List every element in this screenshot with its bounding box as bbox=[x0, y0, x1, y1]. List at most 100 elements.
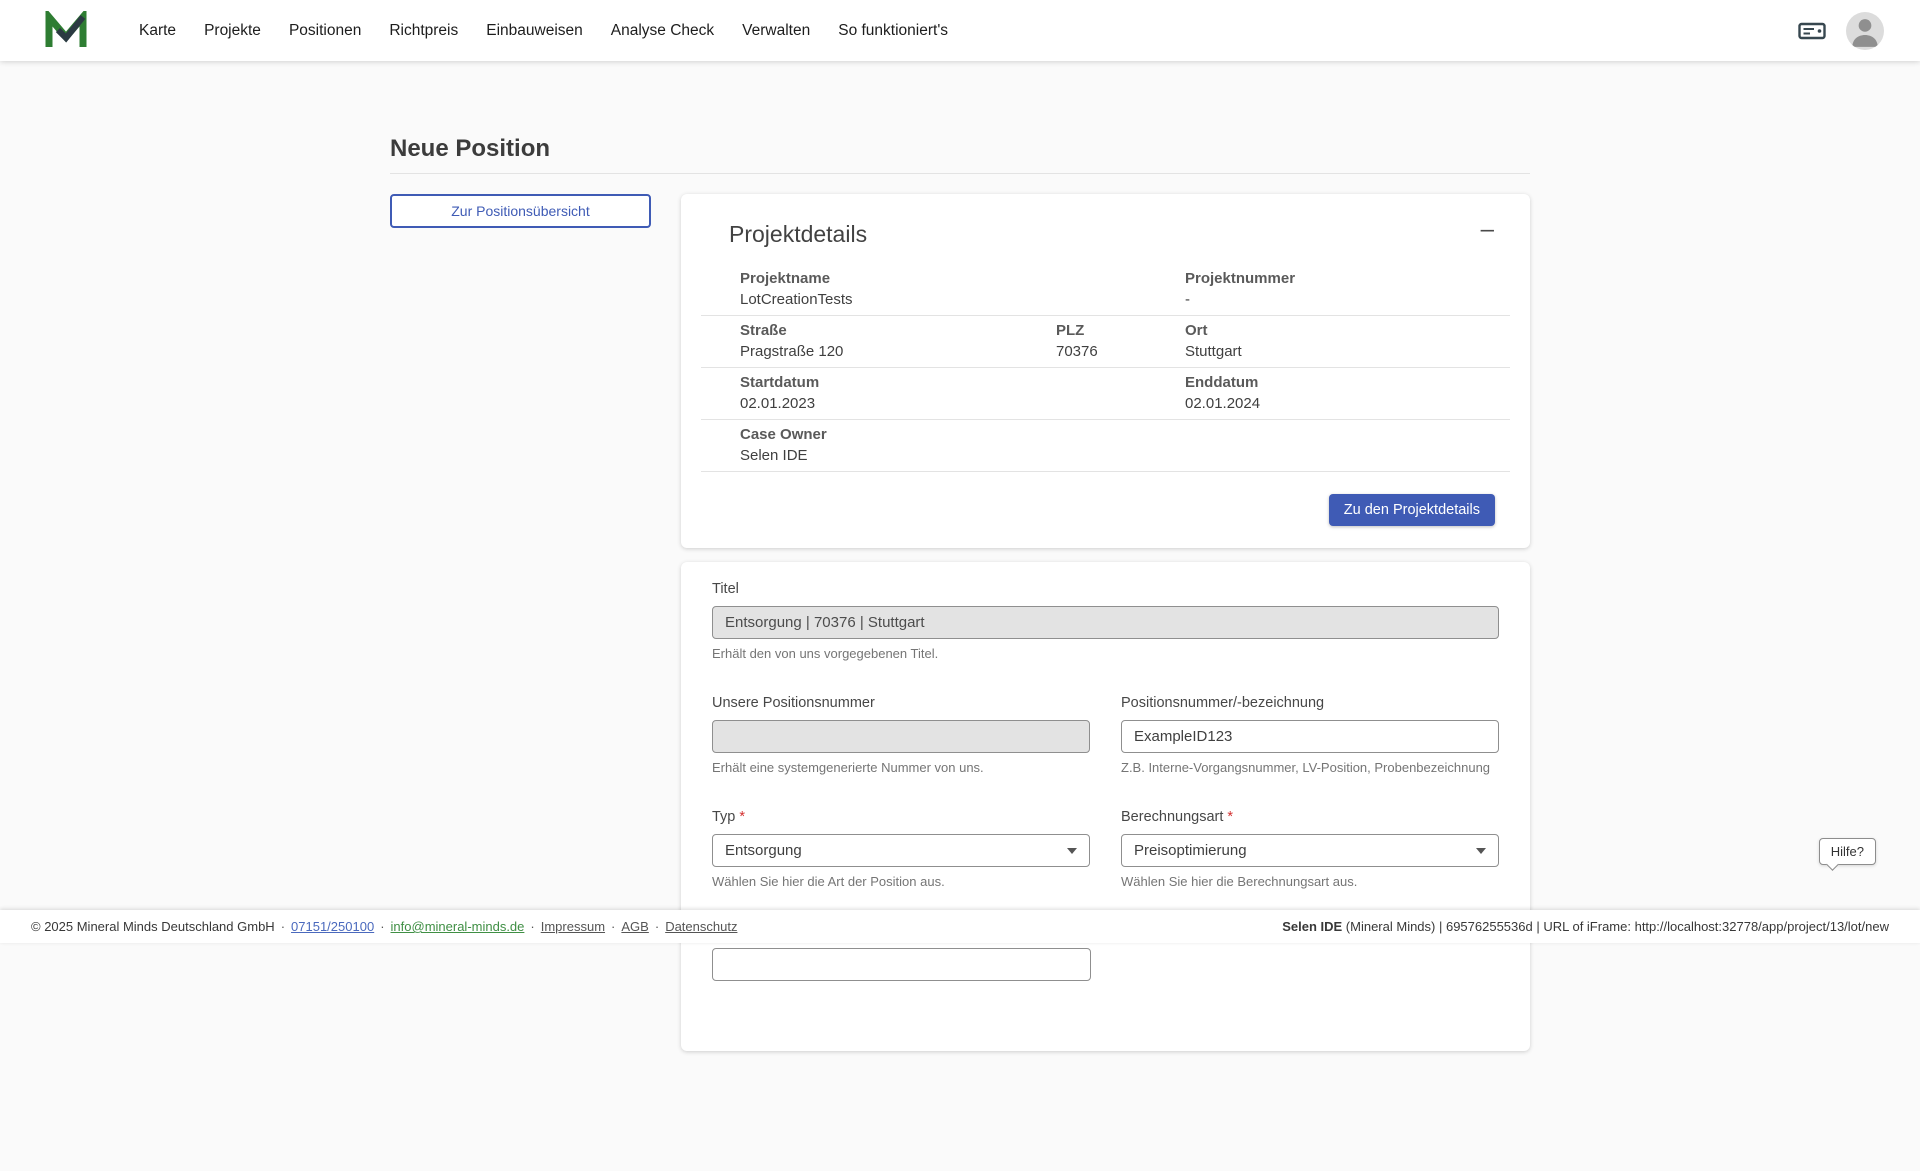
new-position-form-card: Titel Erhält den von uns vorgegebenen Ti… bbox=[681, 562, 1530, 1051]
field-value: LotCreationTests bbox=[740, 290, 1185, 309]
separator: · bbox=[655, 919, 659, 934]
unsere-positionsnummer-group: Unsere Positionsnummer Erhält eine syste… bbox=[712, 694, 1090, 776]
table-row: Projektname LotCreationTests Projektnumm… bbox=[701, 264, 1510, 316]
typ-group: Typ * Entsorgung Wählen Sie hier die Art… bbox=[712, 808, 1090, 890]
required-asterisk: * bbox=[1227, 809, 1233, 825]
field-label: Straße bbox=[740, 321, 1056, 340]
separator: · bbox=[611, 919, 615, 934]
table-row: Case Owner Selen IDE bbox=[701, 420, 1510, 472]
berechnungsart-label-text: Berechnungsart bbox=[1121, 809, 1223, 825]
field-projektname: Projektname LotCreationTests bbox=[701, 269, 1185, 309]
typ-label: Typ * bbox=[712, 808, 1090, 826]
page-title: Neue Position bbox=[390, 135, 1530, 174]
field-label: Startdatum bbox=[740, 373, 1185, 392]
field-plz: PLZ 70376 bbox=[1056, 321, 1185, 361]
field-strasse: Straße Pragstraße 120 bbox=[701, 321, 1056, 361]
server-icon[interactable] bbox=[1798, 20, 1826, 42]
unsere-positionsnummer-input bbox=[712, 720, 1090, 753]
nav-item-projekte[interactable]: Projekte bbox=[204, 22, 261, 40]
case-manager-input[interactable] bbox=[712, 948, 1091, 981]
navbar: Karte Projekte Positionen Richtpreis Ein… bbox=[0, 0, 1920, 61]
table-row: Straße Pragstraße 120 PLZ 70376 Ort Stut… bbox=[701, 316, 1510, 368]
table-row: Startdatum 02.01.2023 Enddatum 02.01.202… bbox=[701, 368, 1510, 420]
project-details-title: Projektdetails bbox=[729, 220, 867, 248]
positionsnummer-input[interactable] bbox=[1121, 720, 1499, 753]
typ-help: Wählen Sie hier die Art der Position aus… bbox=[712, 874, 1090, 890]
field-label: PLZ bbox=[1056, 321, 1185, 340]
field-projektnummer: Projektnummer - bbox=[1185, 269, 1510, 309]
titel-group: Titel Erhält den von uns vorgegebenen Ti… bbox=[712, 580, 1499, 662]
right-column: Projektdetails – Projektname LotCreation… bbox=[681, 194, 1530, 1171]
copyright-text: © 2025 Mineral Minds Deutschland GmbH bbox=[31, 919, 275, 934]
titel-input bbox=[712, 606, 1499, 639]
field-ort: Ort Stuttgart bbox=[1185, 321, 1510, 361]
separator: · bbox=[380, 919, 384, 934]
positionsnummer-group: Positionsnummer/-bezeichnung Z.B. Intern… bbox=[1121, 694, 1499, 776]
field-label: Case Owner bbox=[740, 425, 1510, 444]
field-label: Projektname bbox=[740, 269, 1185, 288]
nav-item-positionen[interactable]: Positionen bbox=[289, 22, 361, 40]
field-value: 02.01.2024 bbox=[1185, 394, 1510, 413]
field-case-owner: Case Owner Selen IDE bbox=[701, 425, 1510, 465]
field-enddatum: Enddatum 02.01.2024 bbox=[1185, 373, 1510, 413]
typ-label-text: Typ bbox=[712, 809, 735, 825]
left-column: Zur Positionsübersicht bbox=[390, 194, 651, 228]
collapse-button[interactable]: – bbox=[1475, 220, 1500, 240]
person-icon bbox=[1846, 12, 1884, 50]
typ-select[interactable]: Entsorgung bbox=[712, 834, 1090, 867]
project-details-card: Projektdetails – Projektname LotCreation… bbox=[681, 194, 1530, 548]
field-label: Enddatum bbox=[1185, 373, 1510, 392]
unsere-positionsnummer-help: Erhält eine systemgenerierte Nummer von … bbox=[712, 760, 1090, 776]
typ-select-value: Entsorgung bbox=[725, 842, 802, 859]
session-details: (Mineral Minds) | 69576255536d | URL of … bbox=[1342, 919, 1889, 934]
main-content: Neue Position Zur Positionsübersicht Pro… bbox=[0, 0, 1920, 1171]
logo[interactable] bbox=[45, 11, 87, 51]
berechnungsart-select-value: Preisoptimierung bbox=[1134, 842, 1247, 859]
unsere-positionsnummer-label: Unsere Positionsnummer bbox=[712, 694, 1090, 712]
field-value: Stuttgart bbox=[1185, 342, 1510, 361]
chevron-down-icon bbox=[1476, 848, 1486, 854]
positionsnummer-help: Z.B. Interne-Vorgangsnummer, LV-Position… bbox=[1121, 760, 1499, 776]
avatar[interactable] bbox=[1846, 12, 1884, 50]
navbar-right bbox=[1798, 12, 1884, 50]
nav-item-richtpreis[interactable]: Richtpreis bbox=[389, 22, 458, 40]
back-to-positions-button[interactable]: Zur Positionsübersicht bbox=[390, 194, 651, 228]
email-link[interactable]: info@mineral-minds.de bbox=[391, 919, 525, 934]
separator: · bbox=[530, 919, 534, 934]
main-nav: Karte Projekte Positionen Richtpreis Ein… bbox=[139, 22, 1798, 40]
field-label: Projektnummer bbox=[1185, 269, 1510, 288]
field-value: - bbox=[1185, 290, 1510, 309]
chevron-down-icon bbox=[1067, 848, 1077, 854]
phone-link[interactable]: 07151/250100 bbox=[291, 919, 374, 934]
project-details-table: Projektname LotCreationTests Projektnumm… bbox=[701, 264, 1510, 472]
help-button-label: Hilfe? bbox=[1831, 844, 1864, 859]
field-label: Ort bbox=[1185, 321, 1510, 340]
logo-icon bbox=[45, 11, 87, 51]
field-value: Pragstraße 120 bbox=[740, 342, 1056, 361]
berechnungsart-label: Berechnungsart * bbox=[1121, 808, 1499, 826]
project-details-button[interactable]: Zu den Projektdetails bbox=[1329, 494, 1495, 526]
nav-item-analyse-check[interactable]: Analyse Check bbox=[611, 22, 714, 40]
berechnungsart-select[interactable]: Preisoptimierung bbox=[1121, 834, 1499, 867]
agb-link[interactable]: AGB bbox=[621, 919, 648, 934]
nav-item-so-funktionierts[interactable]: So funktioniert's bbox=[838, 22, 948, 40]
session-info: Selen IDE (Mineral Minds) | 69576255536d… bbox=[1282, 919, 1889, 934]
field-value: Selen IDE bbox=[740, 446, 1510, 465]
footer: © 2025 Mineral Minds Deutschland GmbH · … bbox=[0, 910, 1920, 943]
titel-label: Titel bbox=[712, 580, 1499, 598]
berechnungsart-group: Berechnungsart * Preisoptimierung Wählen… bbox=[1121, 808, 1499, 890]
help-button[interactable]: Hilfe? bbox=[1819, 838, 1876, 865]
impressum-link[interactable]: Impressum bbox=[541, 919, 605, 934]
nav-item-einbauweisen[interactable]: Einbauweisen bbox=[486, 22, 583, 40]
footer-left: © 2025 Mineral Minds Deutschland GmbH · … bbox=[31, 919, 737, 934]
field-value: 02.01.2023 bbox=[740, 394, 1185, 413]
berechnungsart-help: Wählen Sie hier die Berechnungsart aus. bbox=[1121, 874, 1499, 890]
separator: · bbox=[281, 919, 285, 934]
required-asterisk: * bbox=[739, 809, 745, 825]
nav-item-karte[interactable]: Karte bbox=[139, 22, 176, 40]
nav-item-verwalten[interactable]: Verwalten bbox=[742, 22, 810, 40]
positionsnummer-label: Positionsnummer/-bezeichnung bbox=[1121, 694, 1499, 712]
datenschutz-link[interactable]: Datenschutz bbox=[665, 919, 737, 934]
titel-help: Erhält den von uns vorgegebenen Titel. bbox=[712, 646, 1499, 662]
session-user: Selen IDE bbox=[1282, 919, 1342, 934]
